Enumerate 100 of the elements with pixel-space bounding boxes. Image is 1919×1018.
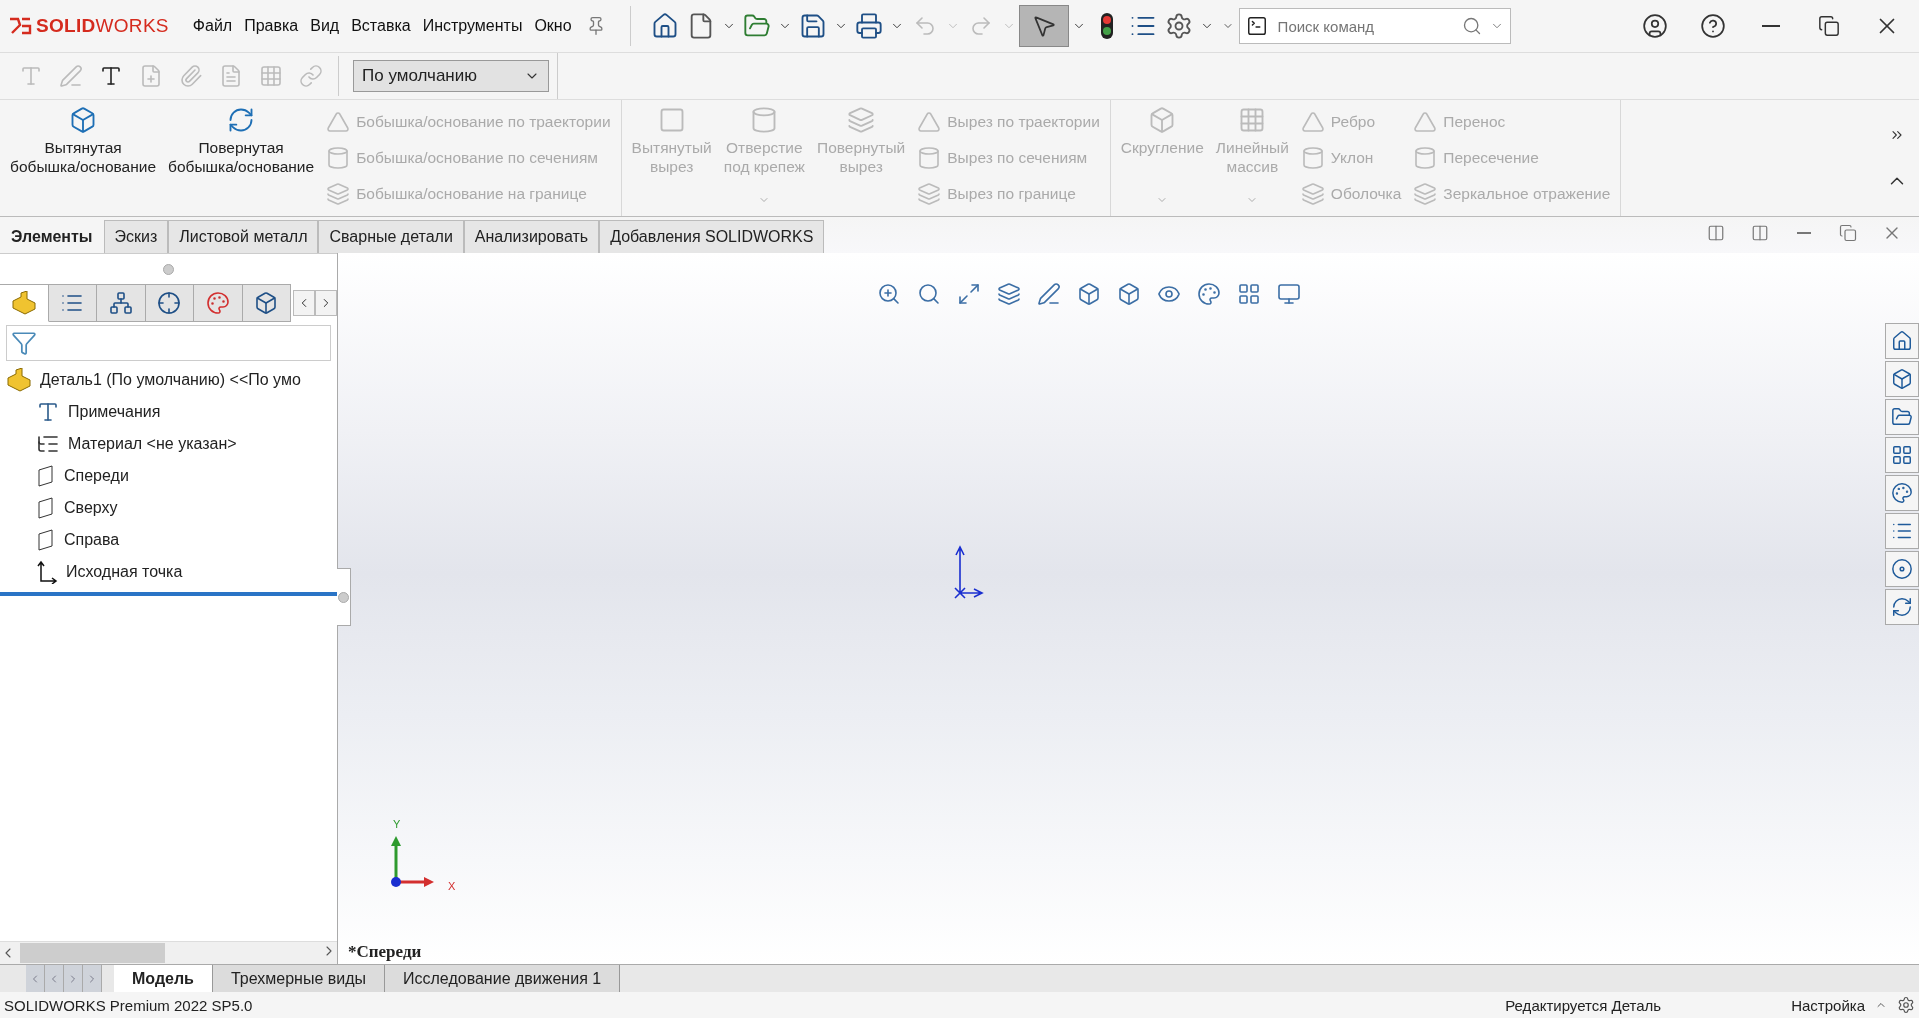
- cylinder-icon: [1300, 146, 1325, 170]
- help-icon: [1700, 13, 1726, 39]
- minimize-icon: [1762, 25, 1780, 27]
- pen-icon: [1037, 282, 1061, 306]
- tree-item[interactable]: Спереди: [0, 460, 337, 492]
- layers-icon: [917, 182, 942, 206]
- task-pane-button[interactable]: [1885, 399, 1919, 435]
- layers-icon: [997, 282, 1021, 306]
- triangle-icon: [1300, 110, 1325, 134]
- graphics-area[interactable]: Y X *Спереди: [338, 253, 1919, 964]
- task-pane-button[interactable]: [1885, 437, 1919, 473]
- panel-tab[interactable]: [0, 284, 49, 322]
- triangle-icon: [326, 110, 351, 134]
- model-tab[interactable]: Исследование движения 1: [385, 965, 621, 992]
- palette-icon: [205, 291, 230, 315]
- menu-item[interactable]: Вид: [304, 17, 346, 35]
- command-tab[interactable]: Сварные детали: [318, 220, 464, 253]
- view-name: *Спереди: [348, 942, 422, 962]
- tree-item[interactable]: Справа: [0, 524, 337, 556]
- filter-field[interactable]: [6, 325, 331, 361]
- palette-icon: [1197, 282, 1221, 306]
- logo-icon: [8, 15, 32, 37]
- folder-icon: [1891, 406, 1913, 428]
- printer-icon: [854, 12, 883, 40]
- zoom-in-icon: [877, 282, 901, 306]
- box-icon: [1891, 368, 1913, 390]
- block-icon: [6, 368, 32, 392]
- grid-icon: [1237, 282, 1261, 306]
- box-icon: [1117, 282, 1141, 306]
- task-pane-button[interactable]: [1885, 475, 1919, 511]
- command-search-input[interactable]: Поиск команд: [1275, 16, 1454, 36]
- menu-item[interactable]: Файл: [186, 17, 239, 35]
- triangle-icon: [917, 110, 942, 134]
- task-pane-button[interactable]: [1885, 513, 1919, 549]
- configuration-dropdown[interactable]: По умолчанию: [353, 60, 549, 92]
- triangle-icon: [1413, 110, 1438, 134]
- settings-status[interactable]: Настройка: [1791, 996, 1865, 1014]
- model-tab[interactable]: Трехмерные виды: [212, 965, 386, 992]
- minimize-icon: [1797, 232, 1811, 234]
- ribbon-command-button[interactable]: Повернутая бобышка/основание: [162, 104, 321, 212]
- command-tab[interactable]: Листовой металл: [168, 220, 319, 253]
- model-tab[interactable]: Модель: [114, 965, 213, 992]
- menu-item[interactable]: Вставка: [345, 17, 417, 35]
- command-tab[interactable]: Добавления SOLIDWORKS: [599, 220, 825, 253]
- crosshair-icon: [157, 291, 182, 315]
- panel-tab[interactable]: [97, 284, 146, 322]
- command-tab[interactable]: Эскиз: [103, 220, 169, 253]
- tree-item[interactable]: Примечания: [0, 396, 337, 428]
- menu-item[interactable]: Правка: [238, 17, 305, 35]
- panel-tab[interactable]: [48, 284, 97, 322]
- layers-icon: [847, 106, 876, 134]
- home-icon: [1891, 330, 1913, 352]
- select-button[interactable]: [1018, 5, 1069, 47]
- terminal-icon: [1245, 15, 1268, 37]
- box-icon: [254, 291, 279, 315]
- search-icon: [1461, 16, 1482, 36]
- task-pane-button[interactable]: [1885, 323, 1919, 359]
- grid-icon: [1891, 444, 1913, 466]
- panel-handle[interactable]: [337, 568, 351, 626]
- cylinder-icon: [326, 146, 351, 170]
- plane-icon: [36, 528, 56, 552]
- file-plus-icon: [139, 64, 163, 88]
- splitter-handle[interactable]: [163, 263, 174, 275]
- filter-icon: [11, 330, 37, 356]
- app-logo: SOLIDWORKS: [36, 15, 169, 37]
- tree-item[interactable]: Деталь1 (По умолчанию) <<По умо: [0, 364, 337, 396]
- edit-mode-status: Редактируется Деталь: [1505, 996, 1662, 1014]
- ribbon-command-button[interactable]: Вытянутая бобышка/основание: [4, 104, 163, 212]
- panel-tab[interactable]: [145, 284, 194, 322]
- restore-icon: [1839, 224, 1857, 242]
- task-pane-button[interactable]: [1885, 361, 1919, 397]
- command-tab[interactable]: Анализировать: [463, 220, 600, 253]
- tree-item[interactable]: Исходная точка: [0, 556, 337, 588]
- text-icon: [99, 64, 123, 88]
- origin-marker-icon: [952, 543, 986, 599]
- paperclip-icon: [179, 64, 203, 88]
- traffic-light-icon: [1099, 12, 1114, 40]
- cylinder-icon: [917, 146, 942, 170]
- palette-icon: [1891, 482, 1913, 504]
- tree-item[interactable]: Материал <не указан>: [0, 428, 337, 460]
- grid-icon: [259, 64, 283, 88]
- tree-item[interactable]: Сверху: [0, 492, 337, 524]
- disc-icon: [1891, 558, 1913, 580]
- layers-icon: [326, 182, 351, 206]
- block-icon: [10, 291, 37, 315]
- menu-item[interactable]: Инструменты: [416, 17, 529, 35]
- task-pane-button[interactable]: [1885, 589, 1919, 625]
- tile-icon: [1751, 224, 1769, 242]
- command-search-field[interactable]: Поиск команд: [1238, 8, 1511, 44]
- scrollbar-thumb[interactable]: [20, 943, 165, 963]
- tile-icon: [1707, 224, 1725, 242]
- restore-icon: [1818, 15, 1840, 37]
- panel-tab[interactable]: [194, 284, 243, 322]
- settings-icon: [1897, 996, 1915, 1014]
- panel-tab[interactable]: [242, 284, 291, 322]
- box-icon: [1077, 282, 1101, 306]
- task-pane-button[interactable]: [1885, 551, 1919, 587]
- plane-icon: [36, 496, 56, 520]
- monitor-icon: [1277, 282, 1301, 306]
- menu-item[interactable]: Окно: [528, 17, 578, 35]
